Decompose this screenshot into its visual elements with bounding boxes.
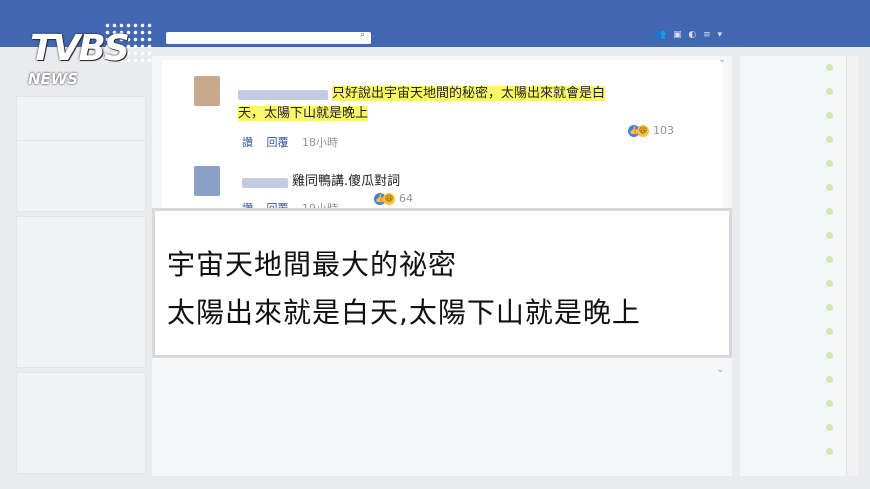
comment-card: ⌄ 只好說出宇宙天地間的秘密，太陽出來就會是白 天，太陽下山就是晚上 讚 回覆 …: [162, 54, 726, 215]
chevron-down-icon[interactable]: ⌄: [718, 54, 726, 65]
left-sidebar: [16, 56, 146, 476]
commenter-name-blurred[interactable]: [242, 178, 288, 188]
comment-time[interactable]: 18小時: [302, 136, 338, 149]
comment-text: 天，太陽下山就是晚上: [238, 104, 369, 124]
online-dot: [826, 376, 833, 383]
comment-text: 雞同鴨講.傻瓜對詞: [292, 174, 401, 189]
comment-actions: 讚 回覆 18小時: [242, 134, 338, 150]
scrollbar[interactable]: [846, 56, 857, 476]
online-dot: [826, 352, 833, 359]
comment-text-line: 天，太陽下山就是晚上: [238, 106, 369, 121]
online-dot: [826, 448, 833, 455]
commenter-name-blurred[interactable]: [238, 90, 328, 100]
news-caption-box: 宇宙天地間最大的祕密 太陽出來就是白天,太陽下山就是晚上: [152, 208, 732, 358]
avatar[interactable]: [194, 76, 220, 106]
haha-icon: 😆: [383, 193, 395, 205]
online-dot: [826, 256, 833, 263]
haha-icon: 😆: [637, 125, 649, 137]
online-dot: [826, 136, 833, 143]
online-dot: [826, 208, 833, 215]
avatar[interactable]: [194, 166, 220, 196]
sidebar-friends-block: [16, 216, 146, 368]
online-dot: [826, 328, 833, 335]
online-dot: [826, 184, 833, 191]
right-rail: [740, 56, 858, 476]
reaction-summary[interactable]: 👍😆 103: [628, 124, 674, 137]
online-dot: [826, 280, 833, 287]
reaction-count: 103: [653, 124, 674, 137]
sidebar-photos-block: [16, 140, 146, 212]
online-dot: [826, 400, 833, 407]
online-dot: [826, 64, 833, 71]
reaction-summary[interactable]: 👍😆 64: [374, 192, 413, 205]
online-dot: [826, 112, 833, 119]
online-dot: [826, 160, 833, 167]
chevron-down-icon[interactable]: ⌄: [716, 364, 724, 375]
topbar-icons[interactable]: 👥 ▣ ◐ ≡ ▾: [655, 30, 724, 40]
comment-text: 只好說出宇宙天地間的秘密，太陽出來就會是白: [332, 84, 606, 104]
online-dot: [826, 304, 833, 311]
online-dot: [826, 88, 833, 95]
reply-link[interactable]: 回覆: [267, 136, 289, 149]
search-input[interactable]: ⌕: [166, 30, 371, 44]
online-dot: [826, 424, 833, 431]
like-link[interactable]: 讚: [242, 136, 253, 149]
online-dot: [826, 232, 833, 239]
comment-text-line: 只好說出宇宙天地間的秘密，太陽出來就會是白: [332, 86, 606, 101]
reaction-count: 64: [399, 192, 413, 205]
sidebar-block-lower: [16, 372, 146, 474]
caption-line-1: 宇宙天地間最大的祕密: [167, 248, 458, 281]
caption-line-2: 太陽出來就是白天,太陽下山就是晚上: [167, 296, 641, 329]
search-icon[interactable]: ⌕: [360, 30, 365, 40]
